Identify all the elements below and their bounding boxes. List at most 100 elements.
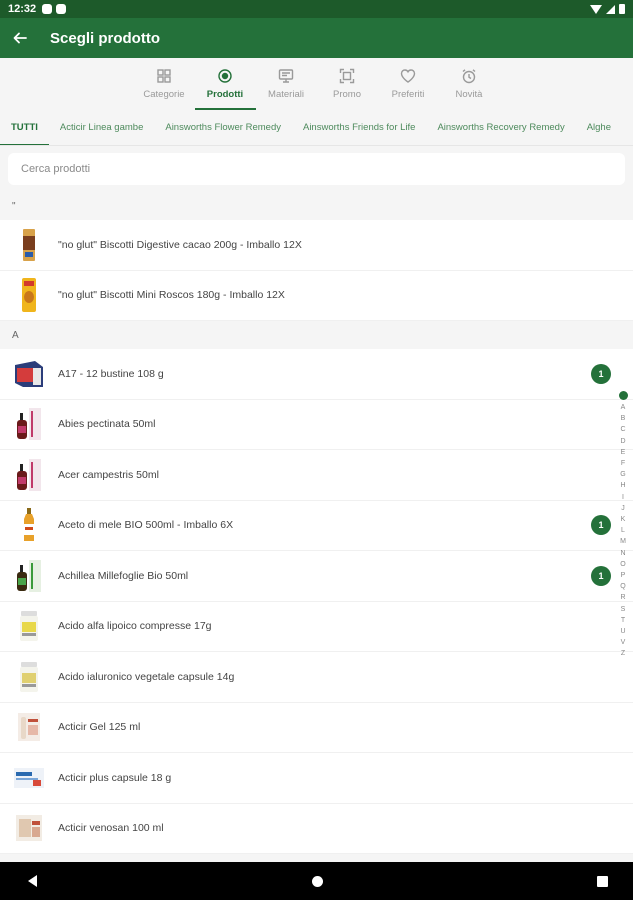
product-thumbnail [12,556,46,596]
page-title: Scegli prodotto [50,29,160,47]
index-letter[interactable]: R [620,592,625,603]
index-letter[interactable]: E [621,447,626,458]
index-letter[interactable]: K [621,514,626,525]
index-letter[interactable]: S [621,604,626,615]
list-item[interactable]: "no glut" Biscotti Mini Roscos 180g - Im… [0,270,633,321]
tab-label: Materiali [268,89,304,100]
product-name: Acido alfa lipoico compresse 17g [58,620,212,633]
alphabet-index[interactable]: A B C D E F G H I J K L M N O P Q R S T … [617,391,629,661]
product-name: "no glut" Biscotti Mini Roscos 180g - Im… [58,289,285,302]
list-item[interactable]: Acticir Gel 125 ml [0,702,633,753]
tab-novita[interactable]: Novità [439,58,500,110]
back-arrow-icon[interactable] [0,18,40,58]
product-name: "no glut" Biscotti Digestive cacao 200g … [58,238,302,251]
index-letter[interactable]: N [620,548,625,559]
product-name: Acticir plus capsule 18 g [58,771,172,784]
section-header: A [0,321,633,349]
category-tab[interactable]: Ainsworths Flower Remedy [154,110,292,145]
list-item[interactable]: Acticir plus capsule 18 g [0,753,633,804]
search-bar [8,153,625,185]
index-letter[interactable]: Z [621,648,625,659]
list-item[interactable]: Achillea Millefoglie Bio 50ml 1 [0,551,633,602]
index-letter[interactable]: V [621,637,626,648]
notification-icon [42,4,53,14]
product-thumbnail [12,758,46,798]
status-bar: 12:32 [0,0,633,18]
index-letter[interactable]: H [620,480,625,491]
index-letter[interactable]: J [621,503,625,514]
list-item[interactable]: Acticir venosan 100 ml [0,803,633,854]
index-letter[interactable]: F [621,458,625,469]
tab-label: Promo [333,89,361,100]
quantity-badge: 1 [591,565,611,586]
nav-back-icon[interactable] [28,875,37,887]
index-letter[interactable]: P [621,570,626,581]
index-letter[interactable]: L [621,525,625,536]
index-letter[interactable]: Q [620,581,625,592]
index-letter[interactable]: D [620,436,625,447]
monitor-icon [278,69,294,83]
index-letter[interactable]: C [620,424,625,435]
product-list[interactable]: " "no glut" Biscotti Digestive cacao 200… [0,192,633,862]
system-nav-bar [0,862,633,900]
tab-label: Prodotti [206,89,244,100]
alarm-clock-icon [462,69,476,84]
list-item[interactable]: "no glut" Biscotti Digestive cacao 200g … [0,220,633,271]
section-header: " [0,192,633,220]
index-letter[interactable]: A [621,402,626,413]
list-item[interactable]: A17 - 12 bustine 108 g 1 [0,349,633,400]
target-icon [218,69,232,83]
quantity-badge: 1 [591,515,611,536]
tab-promo[interactable]: Promo [317,58,378,110]
index-letter[interactable]: U [620,626,625,637]
tab-categorie[interactable]: Categorie [134,58,195,110]
category-tab[interactable]: Alghe [576,110,622,145]
index-letter[interactable]: T [621,615,625,626]
product-name: Abies pectinata 50ml [58,418,156,431]
battery-icon [619,4,625,14]
index-marker-icon [618,391,628,400]
product-thumbnail [12,505,46,545]
app-bar: Scegli prodotto [0,18,633,58]
product-thumbnail [12,455,46,495]
product-name: Acticir Gel 125 ml [58,721,141,734]
index-letter[interactable]: B [621,413,626,424]
list-item[interactable]: Acido ialuronico vegetale capsule 14g [0,652,633,703]
heart-icon [400,69,416,83]
index-letter[interactable]: G [620,469,625,480]
index-letter[interactable]: I [622,492,624,503]
product-thumbnail [12,404,46,444]
search-input[interactable] [21,163,625,175]
status-time: 12:32 [8,3,37,15]
tab-materiali[interactable]: Materiali [256,58,317,110]
list-item[interactable]: Abies pectinata 50ml [0,399,633,450]
tab-label: Novità [455,89,483,100]
product-name: Acer campestris 50ml [58,468,159,481]
category-tab[interactable]: Ainsworths Recovery Remedy [426,110,575,145]
product-name: Aceto di mele BIO 500ml - Imballo 6X [58,519,234,532]
nav-recents-icon[interactable] [597,875,608,887]
tab-label: Categorie [143,89,185,100]
tab-preferiti[interactable]: Preferiti [378,58,439,110]
category-tabs: TUTTI Acticir Linea gambe Ainsworths Flo… [0,110,633,146]
nav-home-icon[interactable] [311,875,323,887]
sim-icon [56,4,67,14]
product-thumbnail [12,354,46,394]
scan-icon [339,68,355,84]
list-item[interactable]: Aceto di mele BIO 500ml - Imballo 6X 1 [0,500,633,551]
list-item[interactable]: Acer campestris 50ml [0,450,633,501]
category-tab[interactable]: Acticir Linea gambe [49,110,154,145]
category-tab[interactable]: Ainsworths Friends for Life [292,110,426,145]
tab-prodotti[interactable]: Prodotti [194,58,256,110]
index-letter[interactable]: O [620,559,625,570]
product-thumbnail [12,808,46,848]
main-tabs: Categorie Prodotti Materiali Promo Prefe… [0,58,633,110]
product-name: Achillea Millefoglie Bio 50ml [58,569,189,582]
product-thumbnail [12,657,46,697]
signal-icon [606,4,615,14]
product-thumbnail [12,225,46,265]
category-tab[interactable]: TUTTI [0,110,49,145]
list-item[interactable]: Acido alfa lipoico compresse 17g [0,601,633,652]
tab-label: Preferiti [391,89,425,100]
index-letter[interactable]: M [620,536,626,547]
